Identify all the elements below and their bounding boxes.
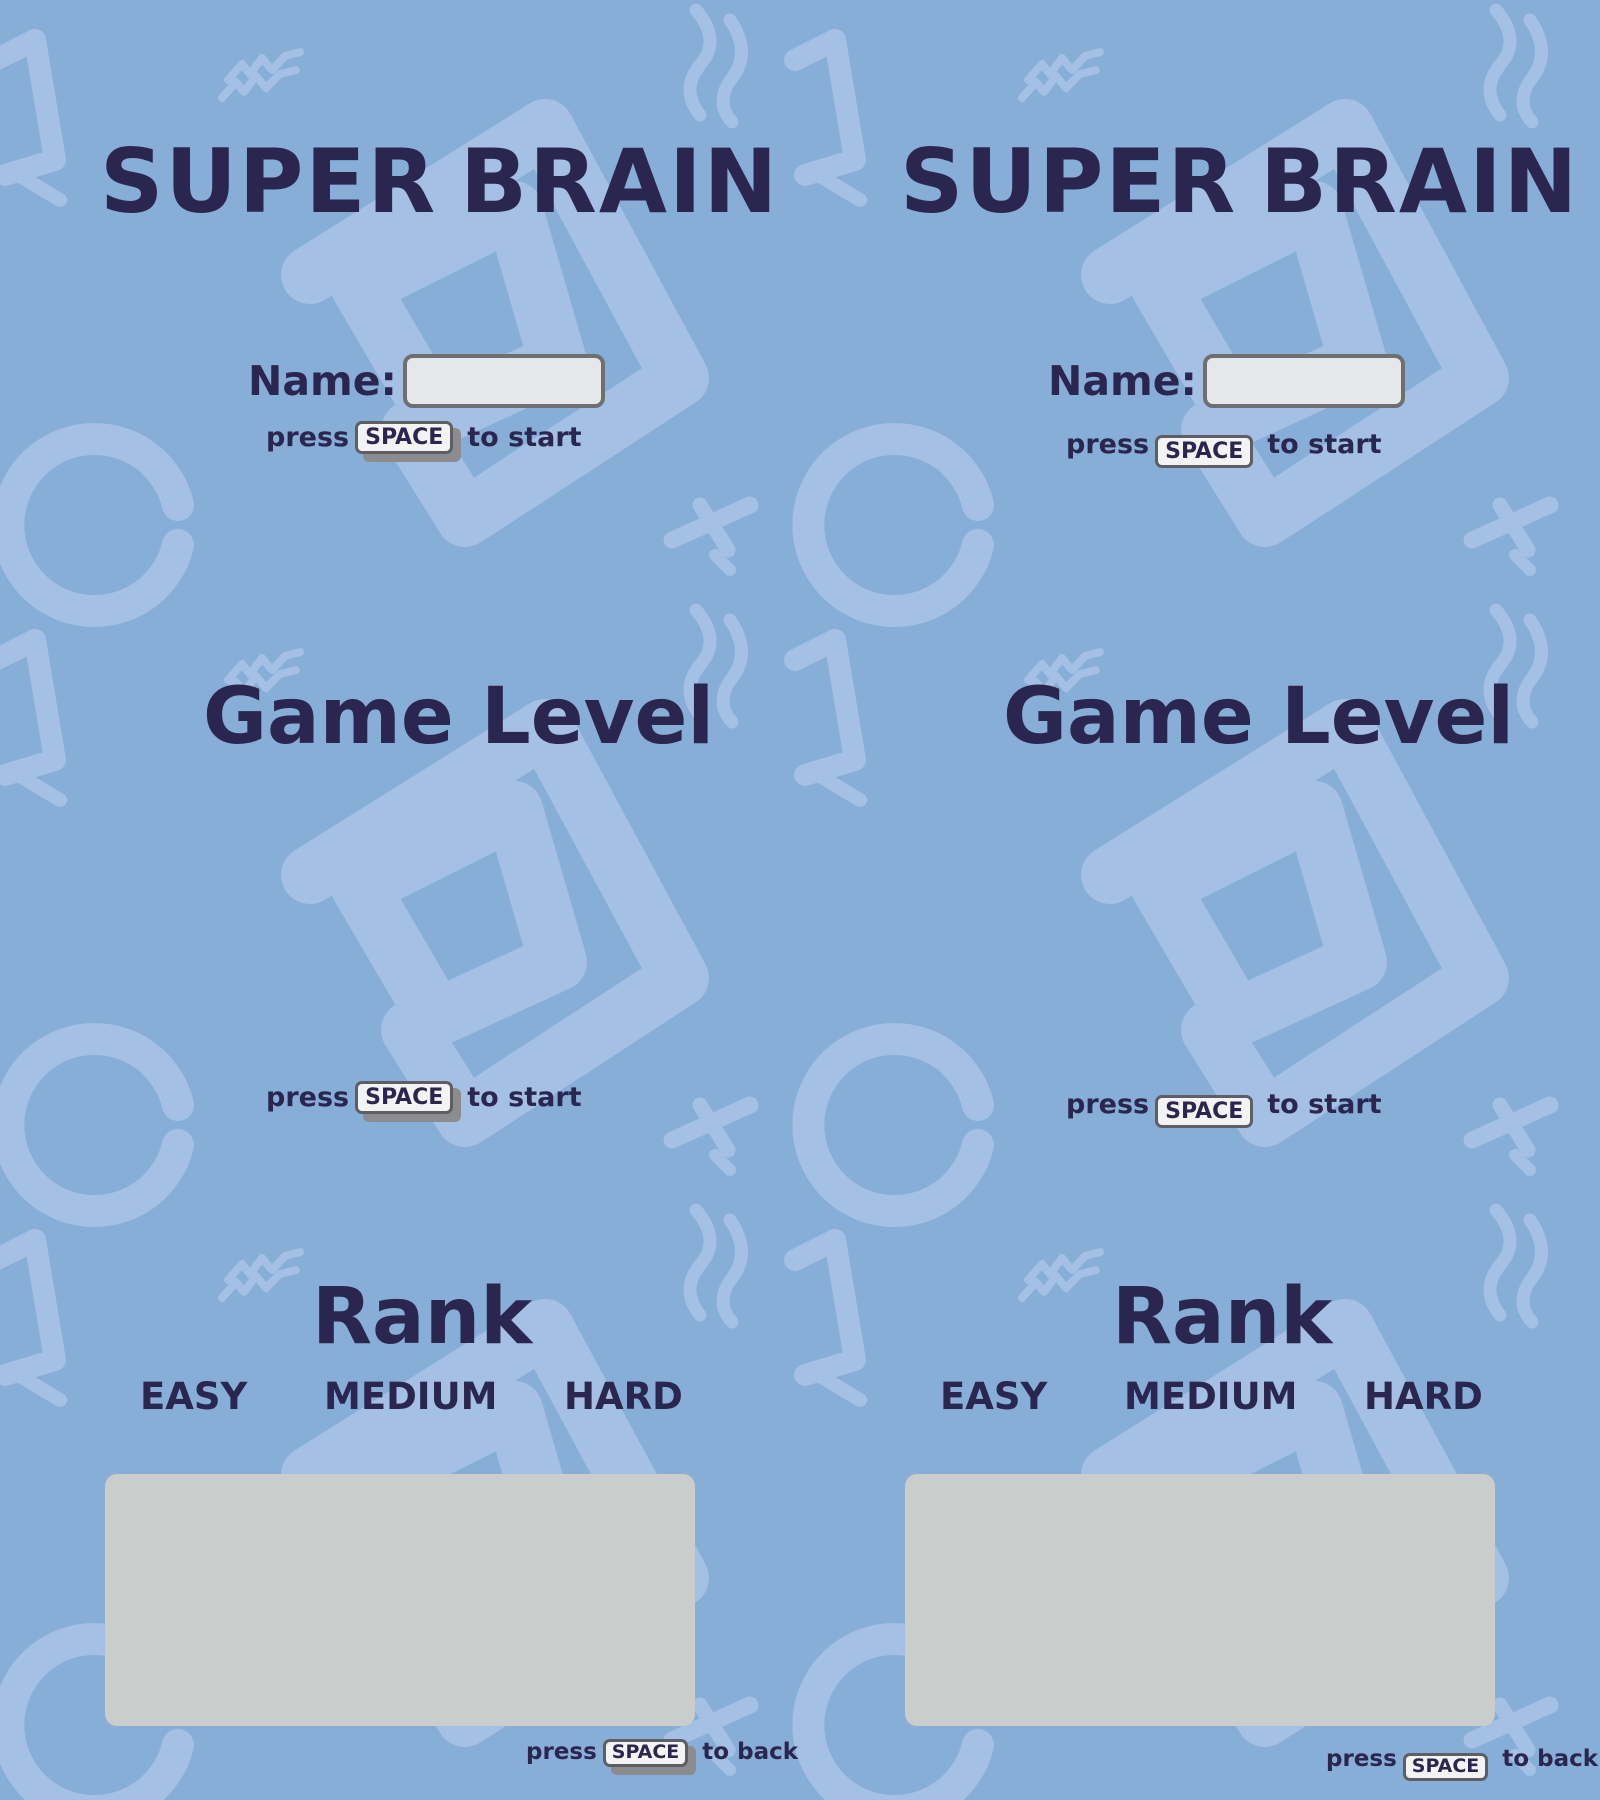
hint-suffix: to start — [1267, 428, 1382, 460]
rank-tab-medium[interactable]: MEDIUM — [1124, 1378, 1297, 1415]
name-row: Name: — [1048, 354, 1405, 408]
game-level-title: Game Level — [1003, 672, 1515, 762]
hint-prefix: press — [1066, 1088, 1150, 1120]
name-input[interactable] — [1202, 354, 1405, 408]
rank-tab-hard[interactable]: HARD — [1364, 1378, 1483, 1415]
space-key-label: SPACE — [1402, 1753, 1489, 1781]
space-key[interactable]: SPACE — [355, 420, 462, 463]
game-screen-right: SUPER BRAIN Name: press SPACE to start G… — [800, 0, 1600, 1800]
hint-suffix: to start — [467, 1081, 582, 1113]
space-key-label: SPACE — [355, 1081, 454, 1115]
space-key[interactable]: SPACE — [1402, 1752, 1489, 1781]
rank-tab-hard[interactable]: HARD — [564, 1378, 683, 1415]
space-key-label: SPACE — [1155, 435, 1254, 469]
level-start-hint: press SPACE to start — [1066, 1080, 1382, 1129]
rank-tab-easy[interactable]: EASY — [140, 1378, 247, 1415]
back-hint: press SPACE to back — [1326, 1738, 1598, 1781]
title-brain: BRAIN — [460, 130, 780, 233]
name-label: Name: — [248, 357, 397, 405]
game-screen-left: SUPER BRAIN Name: press SPACE to start G… — [0, 0, 800, 1800]
hint-suffix: to start — [467, 421, 582, 453]
start-hint: press SPACE to start — [1066, 420, 1382, 469]
start-hint: press SPACE to start — [266, 420, 582, 463]
space-key[interactable]: SPACE — [355, 1080, 462, 1123]
space-key-label: SPACE — [1155, 1095, 1254, 1129]
level-start-hint: press SPACE to start — [266, 1080, 582, 1123]
rank-title: Rank — [312, 1272, 533, 1362]
hint-prefix: press — [526, 1739, 597, 1766]
hint-prefix: press — [266, 421, 350, 453]
hint-suffix: to start — [1267, 1088, 1382, 1120]
rank-list-panel — [905, 1474, 1495, 1726]
rank-tab-easy[interactable]: EASY — [940, 1378, 1047, 1415]
title-super: SUPER — [100, 130, 438, 233]
game-level-title: Game Level — [203, 672, 715, 762]
name-input[interactable] — [402, 354, 605, 408]
hint-suffix: to back — [1502, 1746, 1599, 1773]
name-row: Name: — [248, 354, 605, 408]
rank-title: Rank — [1112, 1272, 1333, 1362]
title-brain: BRAIN — [1260, 130, 1580, 233]
space-key-label: SPACE — [602, 1739, 689, 1767]
hint-suffix: to back — [702, 1739, 799, 1766]
title-super: SUPER — [900, 130, 1238, 233]
rank-list-panel — [105, 1474, 695, 1726]
hint-prefix: press — [1066, 428, 1150, 460]
space-key-label: SPACE — [355, 421, 454, 455]
back-hint: press SPACE to back — [526, 1738, 799, 1775]
hint-prefix: press — [266, 1081, 350, 1113]
space-key[interactable]: SPACE — [1155, 1094, 1254, 1129]
space-key[interactable]: SPACE — [1155, 434, 1254, 469]
name-label: Name: — [1048, 357, 1197, 405]
hint-prefix: press — [1326, 1746, 1397, 1773]
space-key[interactable]: SPACE — [602, 1738, 697, 1775]
rank-tab-medium[interactable]: MEDIUM — [324, 1378, 497, 1415]
